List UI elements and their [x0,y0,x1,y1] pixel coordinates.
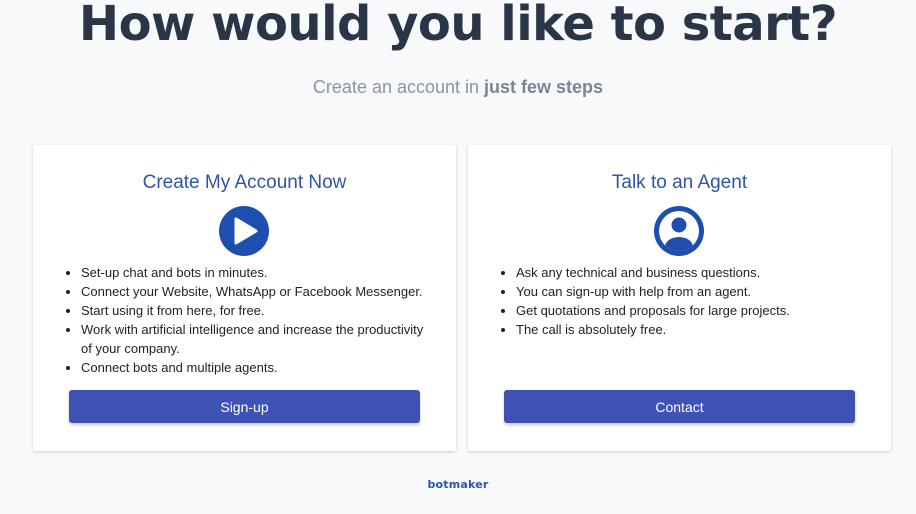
talk-agent-title: Talk to an Agent [611,172,748,193]
play-icon [219,206,269,256]
create-account-card: Create My Account Now Set-up chat and bo… [33,145,456,451]
list-item: Work with artificial intelligence and in… [81,320,431,358]
talk-agent-card: Talk to an Agent Ask any technical and b… [468,145,891,451]
list-item: Connect bots and multiple agents. [81,358,431,377]
talk-agent-features: Ask any technical and business questions… [516,263,866,339]
subtitle-prefix: Create an account in [312,77,485,97]
list-item: Get quotations and proposals for large p… [516,301,866,320]
subtitle-emphasis: just few steps [484,77,604,97]
list-item: Connect your Website, WhatsApp or Facebo… [81,282,431,301]
list-item: You can sign-up with help from an agent. [516,282,866,301]
page-title: How would you like to start? [78,0,838,52]
user-icon [654,206,704,256]
create-account-features: Set-up chat and bots in minutes. Connect… [81,263,431,377]
create-account-title: Create My Account Now [142,172,347,193]
page-subtitle: Create an account in just few steps [0,77,916,98]
list-item: Start using it from here, for free. [81,301,431,320]
list-item: The call is absolutely free. [516,320,866,339]
list-item: Set-up chat and bots in minutes. [81,263,431,282]
contact-button[interactable]: Contact [504,390,855,423]
sign-up-button[interactable]: Sign-up [69,390,420,423]
botmaker-logo: botmaker [427,478,489,491]
list-item: Ask any technical and business questions… [516,263,866,282]
